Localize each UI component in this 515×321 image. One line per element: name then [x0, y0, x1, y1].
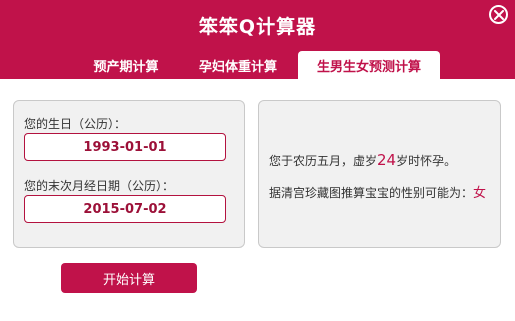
tab-pregnancy-weight[interactable]: 孕妇体重计算 — [186, 51, 290, 79]
input-panel: 您的生日（公历）： 1993-01-01 您的末次月经日期（公历）： 2015-… — [13, 100, 245, 248]
birthday-label: 您的生日（公历）： — [24, 117, 127, 131]
result-age-suffix: 岁时怀孕。 — [396, 154, 457, 168]
start-calculate-button[interactable]: 开始计算 — [61, 263, 197, 293]
last-period-field[interactable]: 2015-07-02 — [24, 195, 226, 223]
close-icon — [493, 9, 504, 20]
tab-gender-prediction[interactable]: 生男生女预测计算 — [298, 51, 440, 79]
result-age-line: 您于农历五月，虚岁24岁时怀孕。 — [269, 151, 456, 169]
result-age-value: 24 — [377, 151, 397, 169]
title-bar: 笨笨Q计算器 预产期计算 孕妇体重计算 生男生女预测计算 — [0, 0, 515, 79]
result-age-prefix: 您于农历五月，虚岁 — [269, 154, 378, 168]
result-gender-prefix: 据清宫珍藏图推算宝宝的性别可能为： — [269, 186, 474, 200]
birthday-field[interactable]: 1993-01-01 — [24, 133, 226, 161]
result-gender-value: 女 — [473, 186, 487, 201]
last-period-label: 您的末次月经日期（公历）： — [24, 179, 175, 193]
close-button[interactable] — [489, 5, 508, 24]
tab-due-date[interactable]: 预产期计算 — [80, 51, 172, 79]
result-gender-line: 据清宫珍藏图推算宝宝的性别可能为：女 — [269, 182, 486, 201]
result-panel: 您于农历五月，虚岁24岁时怀孕。 据清宫珍藏图推算宝宝的性别可能为：女 — [258, 100, 501, 248]
app-title: 笨笨Q计算器 — [198, 16, 317, 38]
